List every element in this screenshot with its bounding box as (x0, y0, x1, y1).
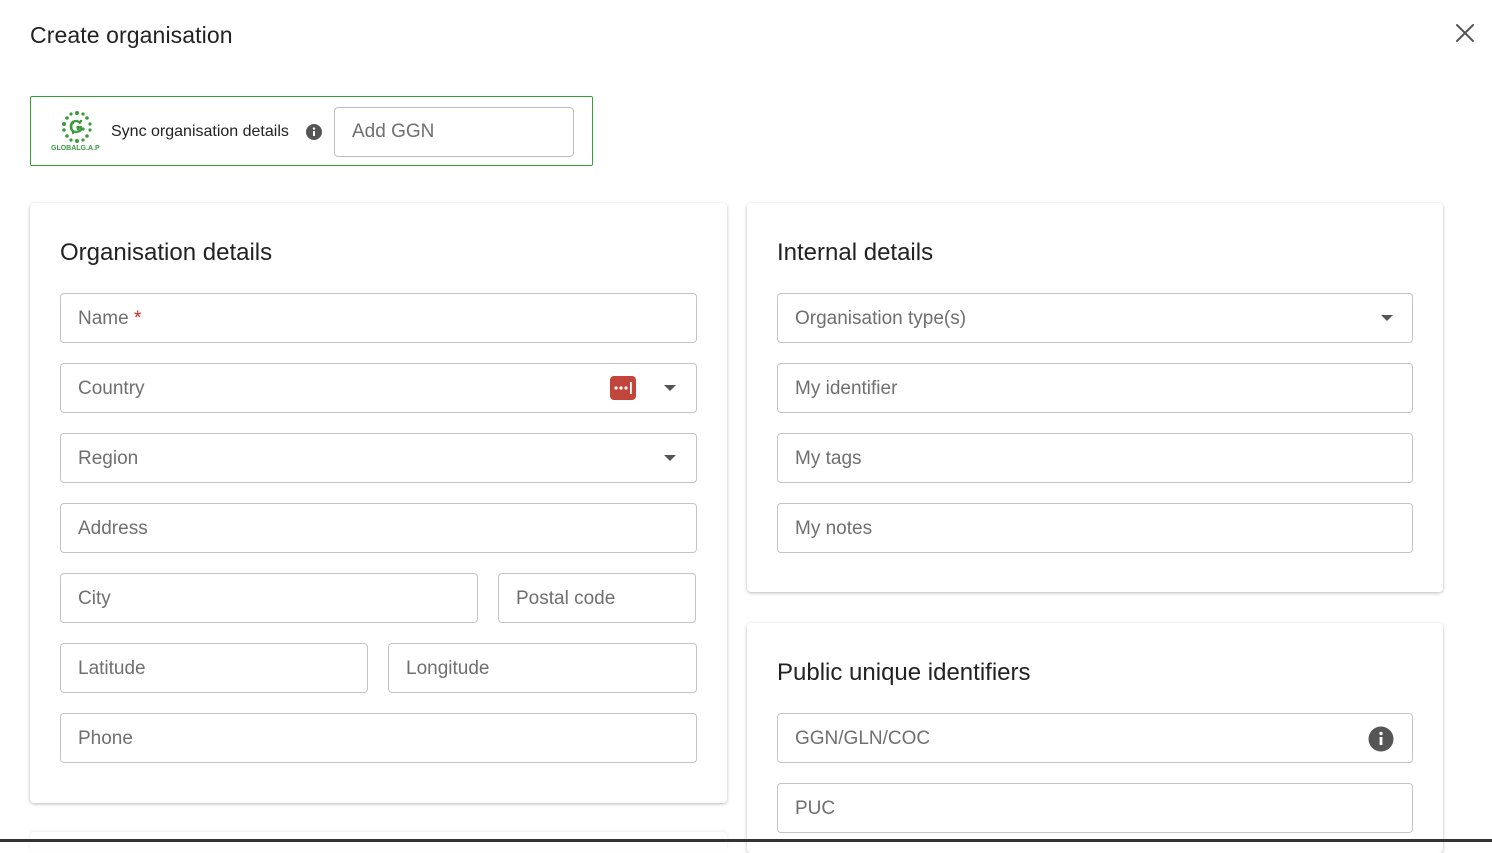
required-marker: * (133, 308, 142, 329)
longitude-field[interactable]: Longitude (388, 643, 697, 693)
city-field[interactable]: City (60, 573, 478, 623)
region-select[interactable]: Region (60, 433, 697, 483)
postal-code-label: Postal code (516, 588, 616, 609)
close-button[interactable] (1450, 18, 1480, 48)
name-label: Name (78, 308, 129, 329)
my-tags-label: My tags (795, 448, 862, 469)
address-label: Address (78, 518, 148, 539)
organisation-types-label: Organisation type(s) (795, 308, 967, 329)
chevron-down-icon (664, 385, 676, 391)
region-label: Region (78, 448, 139, 469)
logo-brand-text: GLOBALG.A.P (51, 145, 100, 152)
svg-text:G: G (69, 117, 83, 137)
next-card-edge (30, 832, 727, 852)
globalgap-logo: G GLOBALG.A.P (51, 109, 103, 155)
password-manager-icon[interactable] (610, 376, 636, 400)
organisation-types-select[interactable]: Organisation type(s) (777, 293, 1413, 343)
organisation-details-title: Organisation details (60, 239, 273, 266)
name-field[interactable]: Name * (60, 293, 697, 343)
postal-code-field[interactable]: Postal code (498, 573, 696, 623)
my-identifier-field[interactable]: My identifier (777, 363, 1413, 413)
country-select[interactable]: Country (60, 363, 697, 413)
public-identifiers-card: Public unique identifiers GGN/GLN/COC PU… (747, 623, 1443, 853)
organisation-details-card: Organisation details Name * Country Regi… (30, 203, 727, 803)
info-icon[interactable] (1368, 726, 1394, 752)
phone-field[interactable]: Phone (60, 713, 697, 763)
country-label: Country (78, 378, 145, 399)
globalgap-sync-panel: G GLOBALG.A.P Sync organisation details (30, 96, 593, 166)
my-tags-field[interactable]: My tags (777, 433, 1413, 483)
puc-label: PUC (795, 798, 836, 819)
latitude-label: Latitude (78, 658, 146, 679)
dialog-title: Create organisation (30, 22, 233, 48)
ggn-input[interactable] (334, 107, 574, 157)
longitude-label: Longitude (406, 658, 490, 679)
chevron-down-icon (664, 455, 676, 461)
my-identifier-label: My identifier (795, 378, 898, 399)
ggn-gln-coc-field[interactable]: GGN/GLN/COC (777, 713, 1413, 763)
close-icon (1456, 24, 1474, 42)
my-notes-field[interactable]: My notes (777, 503, 1413, 553)
sync-label: Sync organisation details (111, 123, 289, 140)
internal-details-card: Internal details Organisation type(s) My… (747, 203, 1443, 592)
info-icon[interactable] (306, 124, 322, 140)
puc-field[interactable]: PUC (777, 783, 1413, 833)
my-notes-label: My notes (795, 518, 873, 539)
address-field[interactable]: Address (60, 503, 697, 553)
internal-details-title: Internal details (777, 239, 934, 266)
phone-label: Phone (78, 728, 133, 749)
city-label: City (78, 588, 111, 609)
ggn-gln-coc-label: GGN/GLN/COC (795, 728, 931, 749)
chevron-down-icon (1381, 315, 1393, 321)
public-identifiers-title: Public unique identifiers (777, 659, 1031, 686)
latitude-field[interactable]: Latitude (60, 643, 368, 693)
